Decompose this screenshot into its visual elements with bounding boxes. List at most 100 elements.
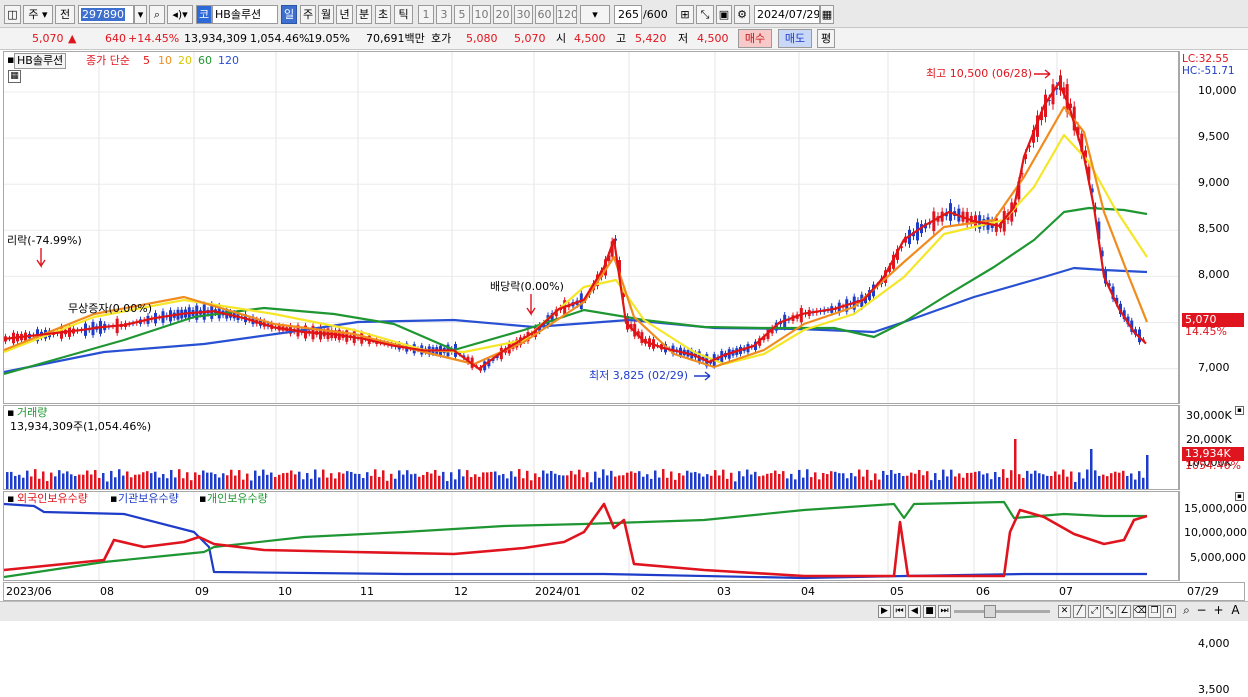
holding-panel[interactable]: ▪ 외국인보유수량 ▪ 기관보유수량 ▪ 개인보유수량 [3, 491, 1179, 581]
volume-bar [298, 471, 301, 489]
type-select[interactable]: 주 ▾ [23, 5, 53, 24]
volume-bar [462, 476, 465, 489]
scroll-first-icon[interactable]: ⏮ [893, 605, 906, 618]
period-tab-day[interactable]: 일 [281, 5, 297, 24]
eval-button[interactable]: 평 [817, 29, 835, 48]
zoom-in-icon[interactable]: + [1212, 604, 1225, 618]
volume-panel[interactable]: ▪ 거래량 13,934,309주(1,054.46%) [3, 405, 1179, 490]
interval-20[interactable]: 20 [493, 5, 512, 24]
volume-bar [586, 472, 589, 489]
volume-bar [698, 473, 701, 489]
interval-3[interactable]: 3 [436, 5, 452, 24]
period-tab-month[interactable]: 월 [318, 5, 334, 24]
scroll-right-icon[interactable]: ▶ [878, 605, 891, 618]
copy-drawing-icon[interactable]: ❐ [1148, 605, 1161, 618]
volume-bar [1118, 472, 1121, 489]
sell-button[interactable]: 매도 [778, 29, 812, 48]
volume-chart-canvas [6, 406, 1149, 489]
holding-panel-close-icon[interactable]: ▪ [1235, 492, 1244, 501]
volume-bar [486, 472, 489, 489]
trend-line-icon[interactable]: ╱ [1073, 605, 1086, 618]
volume-bar [282, 473, 285, 489]
period-tab-tick[interactable]: 틱 [394, 5, 413, 24]
volume-bar [1030, 473, 1033, 489]
volume-bar [482, 472, 485, 489]
count-input[interactable]: 265 [614, 5, 642, 24]
price-chart-panel[interactable]: ▪ HB솔루션 종가 단순 5 10 20 60 120 ▦ 최고 10,500… [3, 51, 1179, 404]
interval-1[interactable]: 1 [418, 5, 434, 24]
volume-bar [1062, 469, 1065, 489]
period-tab-week[interactable]: 주 [300, 5, 316, 24]
angle-line-icon[interactable]: ∠ [1118, 605, 1131, 618]
zoom-slider[interactable] [954, 605, 1050, 618]
volume-bar [666, 477, 669, 489]
interval-120[interactable]: 120 [556, 5, 577, 24]
stop-icon[interactable]: ■ [923, 605, 936, 618]
period-tab-second[interactable]: 초 [375, 5, 391, 24]
volume-bar [442, 471, 445, 489]
magnet-icon[interactable]: ∩ [1163, 605, 1176, 618]
volume-bar [290, 470, 293, 489]
stock-name-field[interactable]: HB솔루션 [212, 5, 278, 24]
code-dropdown-icon[interactable]: ▾ [134, 5, 147, 24]
volume-bar [478, 476, 481, 489]
individual-holding-line [4, 500, 1147, 579]
legend-ma120: 120 [218, 54, 239, 67]
volume-bar [978, 471, 981, 489]
bottom-control-bar: ▶ ⏮ ◀ ■ ⏭ ✕ ╱ ⤢ ⤡ ∠ ⌫ ❐ ∩ ⌕ − + A [0, 601, 1248, 621]
volume-bar [222, 473, 225, 489]
data-table-icon[interactable]: ▦ [8, 70, 21, 83]
volume-bar [242, 479, 245, 489]
open-label: 시 [556, 32, 567, 45]
zoom-slider-handle[interactable] [984, 605, 996, 618]
legend-ma-title: 종가 단순 [86, 54, 130, 67]
scroll-last-icon[interactable]: ⏭ [938, 605, 951, 618]
cross-line-icon[interactable]: ✕ [1058, 605, 1071, 618]
draw-tools-icon[interactable]: ⤡ [696, 5, 714, 24]
volume-bar [866, 469, 869, 489]
volume-bar [6, 472, 9, 489]
volume-bar [10, 471, 13, 489]
interval-30[interactable]: 30 [514, 5, 533, 24]
fibo-line-icon[interactable]: ⤡ [1103, 605, 1116, 618]
volume-bar [826, 474, 829, 489]
high-price: 5,420 [635, 32, 667, 45]
high-marker-label: 최고 10,500 (06/28) [926, 67, 1033, 80]
holding-tick-5m: 5,000,000 [1190, 551, 1246, 564]
volume-bar [794, 479, 797, 489]
buy-button[interactable]: 매수 [738, 29, 772, 48]
interval-custom-select[interactable]: ▾ [580, 5, 610, 24]
period-tab-year[interactable]: 년 [336, 5, 353, 24]
interval-60[interactable]: 60 [535, 5, 554, 24]
code-input[interactable]: 297890 [78, 5, 134, 24]
open-price: 4,500 [574, 32, 606, 45]
ray-line-icon[interactable]: ⤢ [1088, 605, 1101, 618]
volume-bar [550, 470, 553, 489]
zoom-out-icon[interactable]: − [1195, 604, 1208, 618]
volume-panel-close-icon[interactable]: ▪ [1235, 406, 1244, 415]
interval-10[interactable]: 10 [472, 5, 491, 24]
legend-stock-name[interactable]: HB솔루션 [14, 53, 67, 69]
volume-bar [1090, 449, 1093, 489]
font-size-icon[interactable]: A [1229, 604, 1242, 618]
gear-icon[interactable]: ⚙ [734, 5, 750, 24]
zoom-icon[interactable]: ⌕ [1180, 604, 1193, 618]
volume-bar [678, 473, 681, 489]
scroll-back-icon[interactable]: ◀ [908, 605, 921, 618]
period-tab-minute[interactable]: 분 [356, 5, 372, 24]
volume-bar [186, 472, 189, 489]
date-input[interactable]: 2024/07/29 [754, 5, 820, 24]
delete-drawing-icon[interactable]: ⌫ [1133, 605, 1147, 618]
save-icon[interactable]: ▣ [716, 5, 732, 24]
chart-settings-icon[interactable]: ⊞ [676, 5, 694, 24]
window-menu-icon[interactable]: ◫ [4, 5, 21, 24]
volume-bar [214, 474, 217, 489]
volume-bar [578, 469, 581, 489]
speaker-icon[interactable]: ◂)▾ [167, 5, 193, 24]
volume-bar [534, 473, 537, 489]
prev-button[interactable]: 전 [55, 5, 75, 24]
volume-bar [562, 475, 565, 489]
search-icon[interactable]: ⌕ [149, 5, 165, 24]
interval-5[interactable]: 5 [454, 5, 470, 24]
calendar-icon[interactable]: ▦ [820, 5, 834, 24]
